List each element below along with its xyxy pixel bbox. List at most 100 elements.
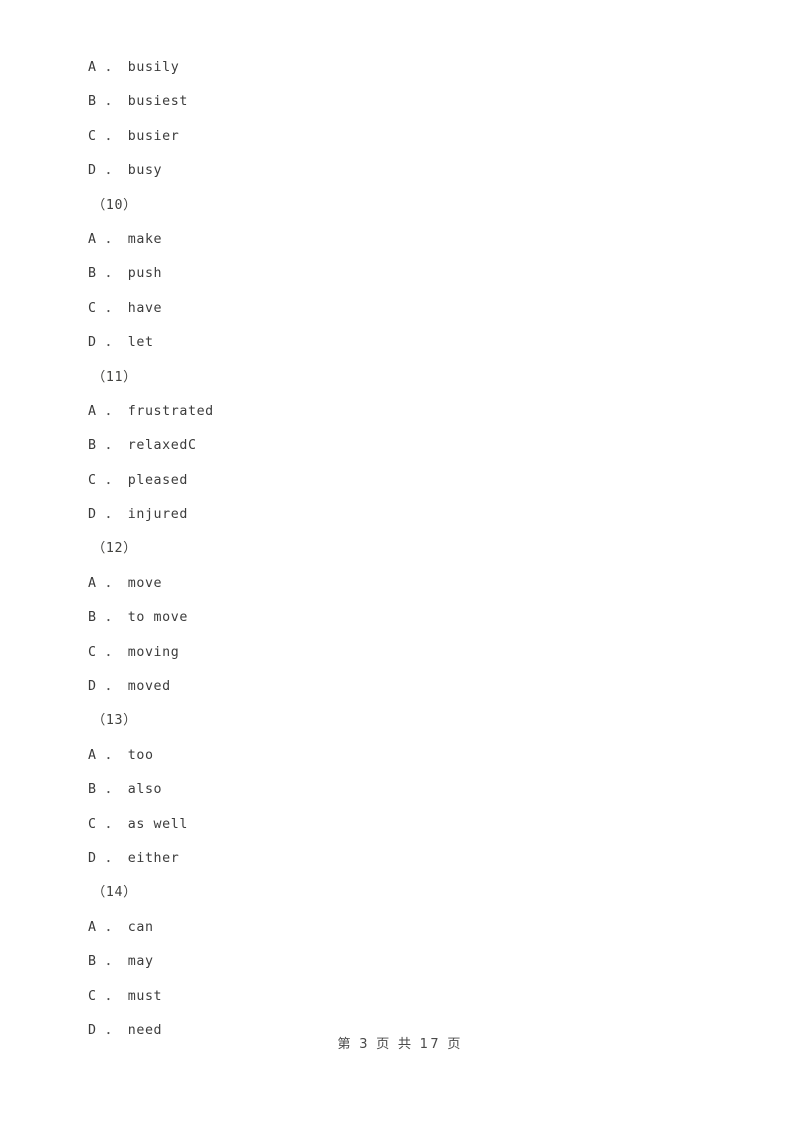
option-separator: ．: [105, 231, 120, 247]
option-separator: ．: [105, 782, 120, 798]
option-text: also: [127, 782, 163, 798]
option-letter: C: [88, 472, 97, 488]
option-separator: ．: [105, 438, 120, 454]
option-separator: ．: [105, 128, 120, 144]
option-text: busy: [127, 163, 163, 179]
option-separator: ．: [105, 816, 120, 832]
option-text: injured: [127, 507, 188, 523]
option-letter: D: [88, 679, 97, 695]
option-text: to move: [127, 610, 188, 626]
option-text: busier: [127, 128, 180, 144]
option-separator: ．: [105, 94, 120, 110]
answer-option[interactable]: D ． busy: [88, 154, 708, 188]
question-number: （12）: [92, 541, 138, 557]
answer-option[interactable]: C ． pleased: [88, 464, 708, 498]
option-separator: ．: [105, 850, 120, 866]
question-number: （10）: [92, 197, 138, 213]
option-separator: ．: [105, 954, 120, 970]
option-letter: D: [88, 163, 97, 179]
option-text: too: [127, 747, 154, 763]
option-text: can: [127, 919, 154, 935]
option-separator: ．: [105, 988, 120, 1004]
page-footer: 第 3 页 共 17 页: [337, 1037, 463, 1052]
question-number: （13）: [92, 713, 138, 729]
option-separator: ．: [105, 163, 120, 179]
option-separator: ．: [105, 919, 120, 935]
option-text: relaxedC: [127, 438, 197, 454]
answer-option[interactable]: A ． too: [88, 739, 708, 773]
answer-option[interactable]: B ． also: [88, 773, 708, 807]
option-separator: ．: [105, 610, 120, 626]
question-group: （10） A ． make B ． push C ． have D ． let: [88, 189, 708, 361]
option-text: as well: [127, 816, 188, 832]
answer-option[interactable]: B ． busiest: [88, 85, 708, 119]
option-letter: C: [88, 128, 97, 144]
answer-option[interactable]: A ． make: [88, 223, 708, 257]
question-group: （12） A ． move B ． to move C ． moving D ． mov…: [88, 532, 708, 704]
option-text: moved: [127, 679, 171, 695]
document-page: A ． busily B ． busiest C ． busier D ． busy （…: [0, 0, 800, 1132]
option-letter: A: [88, 403, 97, 419]
option-letter: C: [88, 300, 97, 316]
option-text: busily: [127, 60, 180, 75]
answer-option[interactable]: D ． moved: [88, 670, 708, 704]
option-letter: B: [88, 954, 97, 970]
answer-option[interactable]: C ． have: [88, 292, 708, 326]
option-text: have: [127, 300, 163, 316]
option-separator: ．: [105, 403, 120, 419]
answer-option[interactable]: B ． to move: [88, 601, 708, 635]
option-letter: C: [88, 644, 97, 660]
answer-option[interactable]: D ． injured: [88, 498, 708, 532]
option-letter: A: [88, 919, 97, 935]
answer-option[interactable]: C ． busier: [88, 120, 708, 154]
option-letter: B: [88, 94, 97, 110]
answer-option[interactable]: C ． as well: [88, 808, 708, 842]
answer-option[interactable]: A ． frustrated: [88, 395, 708, 429]
option-text: must: [127, 988, 163, 1004]
answer-option[interactable]: C ． must: [88, 980, 708, 1014]
option-letter: C: [88, 816, 97, 832]
option-separator: ．: [105, 335, 120, 351]
question-group: （13） A ． too B ． also C ． as well D ． either: [88, 704, 708, 876]
option-separator: ．: [105, 60, 120, 75]
option-letter: D: [88, 850, 97, 866]
option-text: make: [127, 231, 163, 247]
option-letter: B: [88, 266, 97, 282]
option-text: move: [127, 575, 163, 591]
option-letter: A: [88, 231, 97, 247]
option-separator: ．: [105, 679, 120, 695]
option-separator: ．: [105, 575, 120, 591]
answer-option[interactable]: C ． moving: [88, 636, 708, 670]
option-letter: B: [88, 438, 97, 454]
question-group: （11） A ． frustrated B ． relaxedC C ． please…: [88, 361, 708, 533]
option-separator: ．: [105, 747, 120, 763]
answer-option[interactable]: B ． push: [88, 257, 708, 291]
option-separator: ．: [105, 266, 120, 282]
answer-option[interactable]: D ． either: [88, 842, 708, 876]
option-text: pleased: [127, 472, 188, 488]
option-letter: D: [88, 335, 97, 351]
option-letter: A: [88, 575, 97, 591]
option-separator: ．: [105, 472, 120, 488]
option-text: moving: [127, 644, 180, 660]
question-group: A ． busily B ． busiest C ． busier D ． busy: [88, 51, 708, 189]
option-text: let: [127, 335, 154, 351]
question-list: A ． busily B ． busiest C ． busier D ． busy （…: [88, 51, 708, 1048]
question-number: （11）: [92, 369, 138, 385]
option-letter: A: [88, 60, 97, 75]
option-text: either: [127, 850, 180, 866]
option-separator: ．: [105, 644, 120, 660]
answer-option[interactable]: A ． move: [88, 567, 708, 601]
answer-option[interactable]: B ． may: [88, 945, 708, 979]
option-text: may: [127, 954, 154, 970]
option-letter: D: [88, 507, 97, 523]
answer-option[interactable]: A ． busily: [88, 51, 708, 85]
answer-option[interactable]: D ． let: [88, 326, 708, 360]
option-letter: C: [88, 988, 97, 1004]
option-text: busiest: [127, 94, 188, 110]
option-text: frustrated: [127, 403, 214, 419]
question-number: （14）: [92, 885, 138, 901]
answer-option[interactable]: A ． can: [88, 911, 708, 945]
option-text: push: [127, 266, 163, 282]
answer-option[interactable]: B ． relaxedC: [88, 429, 708, 463]
